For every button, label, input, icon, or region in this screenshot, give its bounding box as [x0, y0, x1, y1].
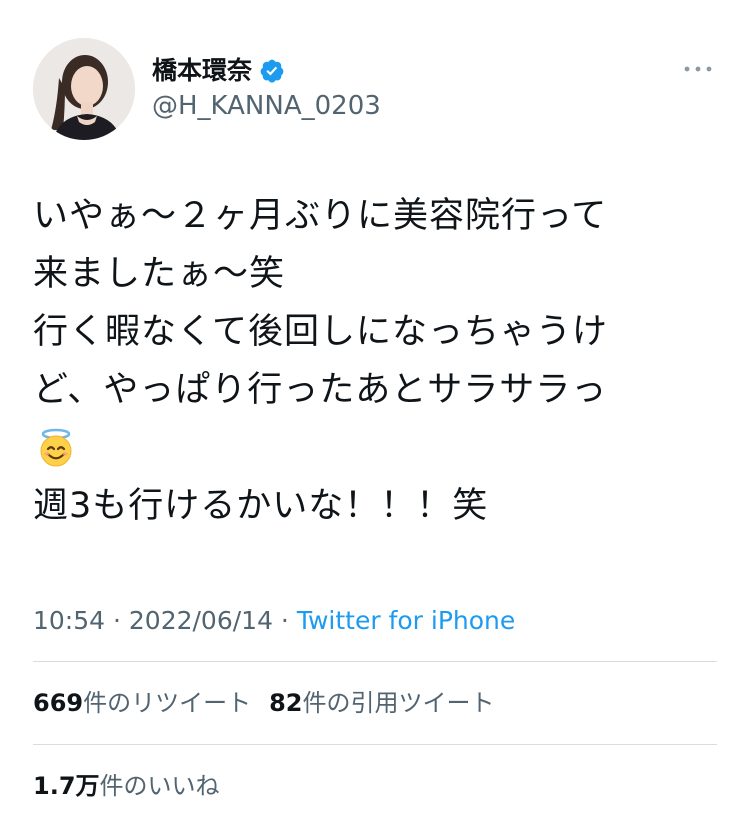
tweet-text-line: 行く暇なくて後回しになっちゃうけ [33, 312, 608, 352]
emoji-line [33, 419, 718, 477]
tweet-text-line: いやぁ〜２ヶ月ぶりに美容院行って [33, 196, 608, 236]
divider [33, 744, 717, 745]
quotes-count: 82 [269, 689, 303, 717]
quotes-stat[interactable]: 82件の引用ツイート [269, 689, 494, 717]
meta-separator: · [272, 606, 297, 635]
quotes-label: 件の引用ツイート [302, 689, 495, 717]
likes-count: 1.7万 [33, 772, 100, 800]
tweet-text-line: 週3も行けるかいな！！！笑 [33, 486, 489, 526]
tweet-source-link[interactable]: Twitter for iPhone [297, 606, 515, 635]
more-options-icon[interactable] [678, 56, 718, 82]
verified-badge-icon [259, 58, 285, 84]
tweet-text-line: 来ましたぁ〜笑 [33, 254, 286, 294]
tweet-date[interactable]: 2022/06/14 [129, 606, 273, 635]
tweet-time[interactable]: 10:54 [33, 606, 105, 635]
retweets-stat[interactable]: 669件のリツイート [33, 689, 251, 717]
divider [33, 661, 717, 662]
meta-separator: · [105, 606, 129, 635]
user-handle[interactable]: @H_KANNA_0203 [152, 91, 381, 121]
likes-label: 件のいいね [99, 772, 220, 800]
smiling-face-with-halo-emoji-icon [35, 427, 77, 469]
retweet-quote-stats: 669件のリツイート 82件の引用ツイート [33, 687, 495, 719]
retweets-count: 669 [33, 689, 84, 717]
likes-stats: 1.7万件のいいね [33, 770, 220, 802]
profile-photo [33, 38, 135, 140]
likes-stat[interactable]: 1.7万件のいいね [33, 772, 220, 800]
tweet-meta: 10:54 · 2022/06/14 · Twitter for iPhone [33, 604, 515, 638]
retweets-label: 件のリツイート [83, 689, 252, 717]
avatar[interactable] [33, 38, 135, 140]
tweet-text-line: ど、やっぱり行ったあとサラサラっ [33, 370, 608, 410]
display-name[interactable]: 橋本環奈 [152, 56, 285, 86]
tweet-text: いやぁ〜２ヶ月ぶりに美容院行って 来ましたぁ〜笑 行く暇なくて後回しになっちゃう… [33, 187, 718, 535]
display-name-text: 橋本環奈 [152, 56, 253, 85]
